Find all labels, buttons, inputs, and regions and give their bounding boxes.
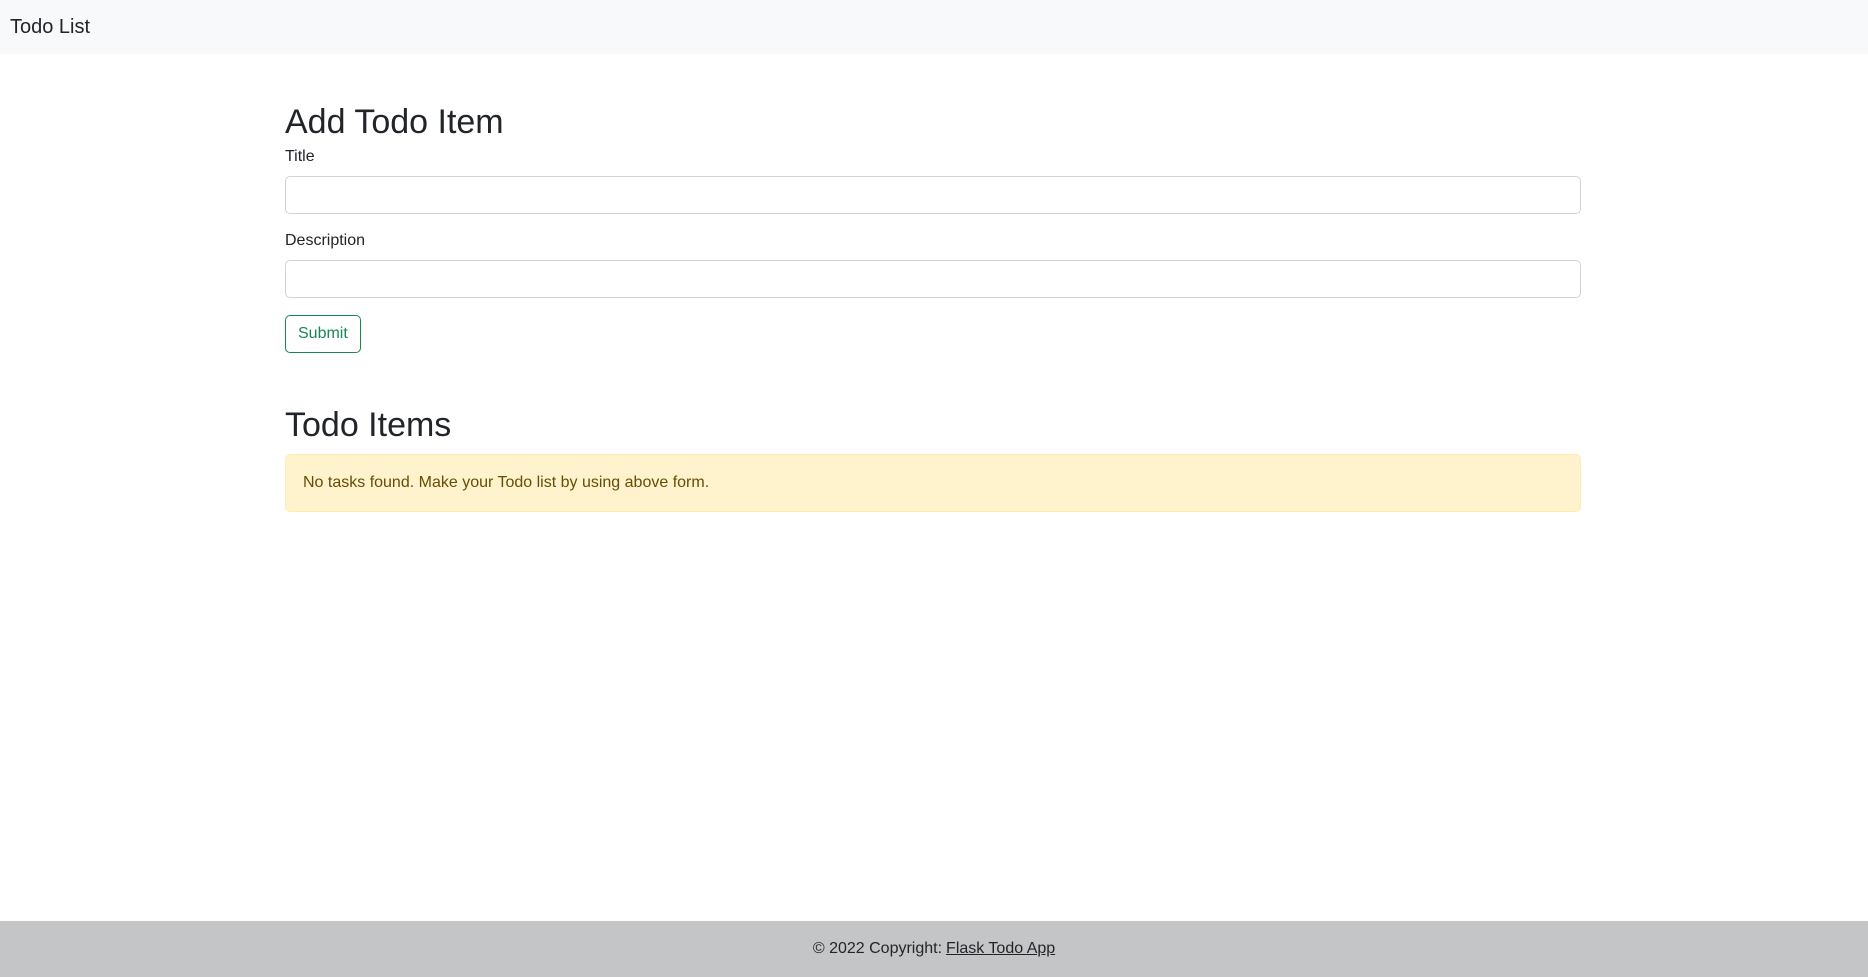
navbar-brand[interactable]: Todo List [10, 14, 90, 40]
todo-items-heading: Todo Items [285, 406, 452, 444]
title-label: Title [285, 148, 315, 165]
empty-tasks-alert: No tasks found. Make your Todo list by u… [285, 454, 1581, 512]
submit-button[interactable]: Submit [285, 315, 361, 353]
navbar: Todo List [0, 0, 1868, 54]
main-container: Add Todo Item Title Description Submit T… [285, 100, 1581, 512]
footer-app-link[interactable]: Flask Todo App [946, 940, 1055, 958]
title-input[interactable] [285, 176, 1581, 214]
add-todo-form: Add Todo Item Title Description Submit [285, 100, 1581, 353]
empty-tasks-message: No tasks found. Make your Todo list by u… [303, 474, 710, 491]
description-input[interactable] [285, 260, 1581, 298]
footer: © 2022 Copyright: Flask Todo App [0, 921, 1868, 977]
description-label: Description [285, 232, 366, 249]
page: Todo List Add Todo Item Title Descriptio… [0, 0, 1868, 977]
add-todo-heading: Add Todo Item [285, 103, 504, 141]
footer-copyright: © 2022 Copyright: [812, 940, 943, 957]
